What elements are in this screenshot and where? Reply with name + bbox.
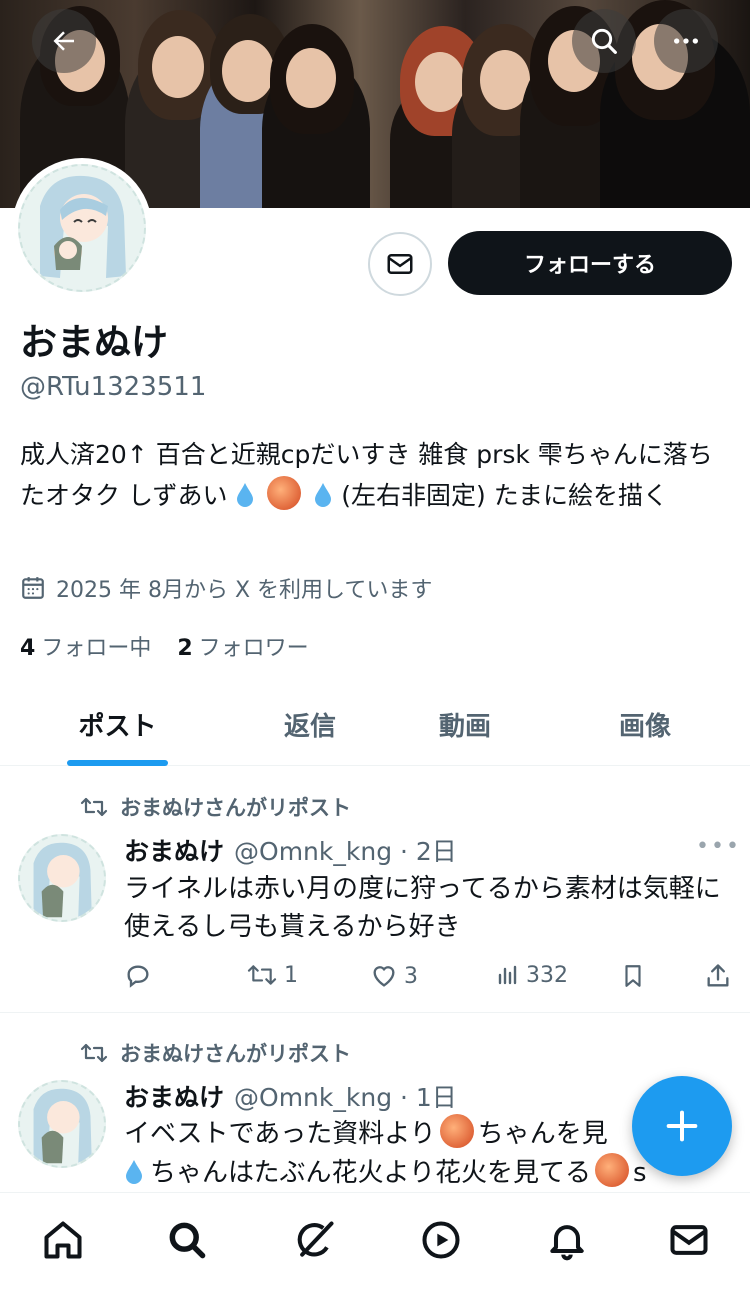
- share-icon: [707, 964, 729, 987]
- post-author-name[interactable]: おまぬけ: [124, 1078, 224, 1114]
- profile-bio: 成人済20↑ 百合と近親cpだいすき 雑食 prsk 雫ちゃんに落ちたオタク し…: [20, 434, 732, 516]
- repost-count: 1: [284, 962, 298, 988]
- tab-videos[interactable]: 動画: [390, 682, 540, 766]
- followers-count: 2: [177, 636, 193, 661]
- compose-post-button[interactable]: [632, 1076, 732, 1176]
- bookmark-button[interactable]: [620, 962, 646, 990]
- nav-notifications[interactable]: [542, 1215, 592, 1265]
- repost-button[interactable]: 1: [246, 962, 298, 988]
- avatar-illustration: [33, 842, 92, 918]
- post-avatar[interactable]: [18, 1080, 106, 1168]
- search-icon: [591, 28, 617, 54]
- post-text-line1b: ちゃんを見: [477, 1119, 608, 1149]
- more-button[interactable]: [654, 9, 718, 73]
- message-button[interactable]: [368, 232, 432, 296]
- nav-messages[interactable]: [664, 1215, 714, 1265]
- plus-icon: [666, 1110, 698, 1142]
- search-icon: [169, 1222, 206, 1259]
- active-tab-indicator: [67, 760, 168, 766]
- following-link[interactable]: 4 フォロー中: [20, 630, 151, 662]
- repost-indicator: おまぬけさんがリポスト: [80, 792, 351, 822]
- tab-posts[interactable]: ポスト: [40, 682, 195, 766]
- post-text-line2b: s: [632, 1158, 647, 1188]
- repost-icon: [80, 797, 108, 817]
- avatar-illustration: [33, 1088, 92, 1164]
- peach-emoji-icon: [439, 1114, 474, 1148]
- post-text: ライネルは赤い月の度に狩ってるから素材は気軽に使えるし弓も貰えるから好き: [124, 874, 721, 942]
- profile-tabs: ポスト 返信 動画 画像: [0, 682, 750, 766]
- display-name: おまぬけ: [20, 321, 168, 364]
- bookmark-icon: [625, 965, 641, 987]
- following-count: 4: [20, 636, 36, 661]
- search-button[interactable]: [572, 9, 636, 73]
- droplet-emoji-icon: [315, 483, 332, 507]
- repost-icon: [247, 965, 277, 985]
- repost-label: おまぬけさんがリポスト: [120, 1042, 351, 1066]
- tab-media[interactable]: 画像: [570, 682, 720, 766]
- view-count: 332: [526, 962, 568, 988]
- nav-grok[interactable]: [290, 1215, 340, 1265]
- home-icon: [44, 1221, 82, 1259]
- post-author-name[interactable]: おまぬけ: [124, 832, 224, 868]
- post-handle-time: @Omnk_kng · 2日: [234, 837, 457, 866]
- reply-icon: [127, 965, 149, 988]
- like-button[interactable]: 3: [370, 962, 418, 990]
- calendar-icon: [22, 577, 44, 599]
- nav-search[interactable]: [162, 1215, 212, 1265]
- droplet-emoji-icon: [126, 1160, 142, 1184]
- follow-button[interactable]: フォローする: [448, 231, 732, 295]
- share-button[interactable]: [704, 962, 732, 990]
- more-horizontal-icon: [674, 38, 698, 44]
- post-avatar[interactable]: [18, 834, 106, 922]
- reply-button[interactable]: [124, 962, 152, 990]
- post-divider: [0, 1012, 750, 1013]
- followers-link[interactable]: 2 フォロワー: [177, 630, 308, 662]
- post-item[interactable]: おまぬけさんがリポスト おまぬけ @Omnk_kng · 2日 ••• ライネル…: [0, 768, 750, 1012]
- post-more-icon[interactable]: •••: [696, 834, 741, 859]
- following-label: フォロー中: [41, 636, 152, 661]
- repost-indicator: おまぬけさんがリポスト: [80, 1038, 351, 1068]
- repost-label: おまぬけさんがリポスト: [120, 796, 351, 820]
- joined-date: 2025 年 8月から X を利用しています: [20, 572, 432, 604]
- nav-video[interactable]: [416, 1215, 466, 1265]
- views-button[interactable]: 332: [496, 962, 568, 988]
- post-actions: 1 3 332: [124, 962, 734, 994]
- joined-text: 2025 年 8月から X を利用しています: [56, 578, 433, 603]
- bio-text-2: (左右非固定) たまに絵を描く: [341, 481, 668, 510]
- mail-icon: [387, 254, 413, 274]
- messages-icon: [670, 1225, 708, 1255]
- views-chart-icon: [498, 965, 517, 985]
- grok-icon: [297, 1221, 334, 1257]
- like-count: 3: [404, 963, 418, 989]
- profile-avatar[interactable]: [12, 158, 152, 298]
- repost-icon: [80, 1043, 108, 1063]
- post-text-line1: イベストであった資料より: [124, 1119, 436, 1149]
- droplet-emoji-icon: [237, 483, 254, 507]
- bottom-navigation: [0, 1192, 750, 1292]
- follow-counts: 4 フォロー中 2 フォロワー: [20, 630, 309, 662]
- tab-replies[interactable]: 返信: [235, 682, 385, 766]
- post-header: おまぬけ @Omnk_kng · 1日: [124, 1078, 457, 1114]
- notifications-icon: [550, 1225, 584, 1261]
- peach-emoji-icon: [267, 476, 302, 510]
- post-header: おまぬけ @Omnk_kng · 2日: [124, 832, 457, 868]
- followers-label: フォロワー: [198, 636, 309, 661]
- nav-home[interactable]: [38, 1215, 88, 1265]
- avatar-illustration: [40, 175, 126, 278]
- back-button[interactable]: [32, 9, 96, 73]
- arrow-left-icon: [53, 31, 74, 51]
- heart-icon: [373, 966, 395, 987]
- post-text-line2: ちゃんはたぶん花火より花火を見てる: [150, 1158, 591, 1188]
- peach-emoji-icon: [594, 1153, 629, 1187]
- video-icon: [422, 1221, 460, 1259]
- profile-handle: @RTu1323511: [20, 372, 207, 402]
- post-handle-time: @Omnk_kng · 1日: [234, 1083, 457, 1112]
